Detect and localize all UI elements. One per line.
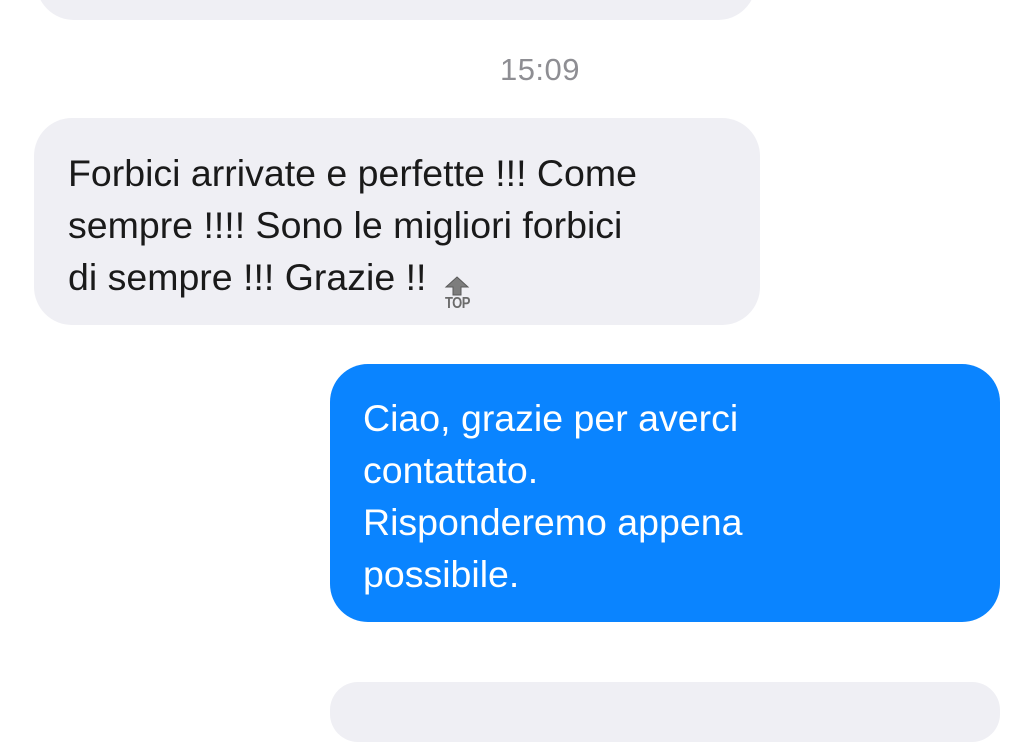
top-arrow-icon: TOP <box>442 276 472 312</box>
top-emoji-label: TOP <box>444 293 471 312</box>
outgoing-message-text: Ciao, grazie per averci contattato. Risp… <box>363 397 743 595</box>
previous-message-bubble[interactable] <box>36 0 756 20</box>
message-timestamp: 15:09 <box>499 52 581 87</box>
outgoing-message-bubble[interactable]: Ciao, grazie per averci contattato. Risp… <box>330 364 1000 622</box>
incoming-message-content: Forbici arrivate e perfette !!! Come sem… <box>68 152 637 298</box>
incoming-message-text: Forbici arrivate e perfette !!! Come sem… <box>68 147 740 312</box>
next-message-bubble[interactable] <box>330 682 1000 742</box>
incoming-message-bubble[interactable]: Forbici arrivate e perfette !!! Come sem… <box>34 118 760 325</box>
